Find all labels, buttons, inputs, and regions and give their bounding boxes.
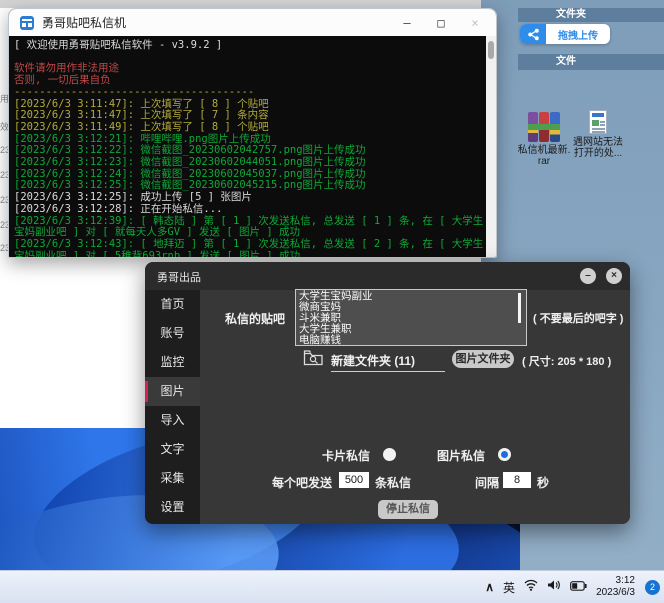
textarea-scrollbar[interactable]: [518, 293, 521, 323]
sidebar-item[interactable]: 导入: [145, 406, 200, 435]
dialog-titlebar[interactable]: [145, 262, 630, 290]
send-count-input[interactable]: 500: [339, 472, 369, 488]
folder-name-underline: [331, 371, 445, 372]
document-icon: [589, 110, 607, 134]
taskbar: ∧ 英 3:: [0, 570, 664, 603]
drag-upload-button[interactable]: 拖拽上传: [520, 24, 610, 44]
taskbar-clock[interactable]: 3:12 2023/6/3: [596, 575, 635, 599]
dialog-window: 勇哥出品 – × 首页账号监控图片导入文字采集设置 私信的贴吧 大学生宝妈副业微…: [145, 262, 630, 524]
drag-upload-label: 拖拽上传: [546, 27, 610, 42]
dialog-minimize-button[interactable]: –: [580, 268, 596, 284]
sidebar-item[interactable]: 采集: [145, 464, 200, 493]
tieba-lines: 大学生宝妈副业微商宝妈斗米兼职大学生兼职电脑赚钱: [299, 291, 516, 346]
sidebar-item[interactable]: 设置: [145, 493, 200, 522]
maximize-button[interactable]: □: [424, 16, 458, 30]
console-scrollbar[interactable]: [486, 36, 496, 257]
sidebar-item[interactable]: 监控: [145, 348, 200, 377]
tray-expand-icon[interactable]: ∧: [485, 580, 494, 594]
system-tray: ∧ 英 3:: [485, 571, 660, 603]
sidebar-item[interactable]: 首页: [145, 290, 200, 319]
console-output: [ 欢迎使用勇哥贴吧私信软件 - v3.9.2 ] 软件请勿用作非法用途否则, …: [9, 36, 486, 257]
tieba-note: ( 不要最后的吧字 ): [533, 310, 623, 326]
winrar-icon: [528, 112, 560, 142]
send-unit-label: 条私信: [375, 474, 411, 491]
image-dm-radio[interactable]: [498, 448, 511, 461]
sidebar-item[interactable]: 图片: [145, 377, 200, 406]
interval-label: 间隔: [475, 474, 499, 491]
interval-unit-label: 秒: [537, 474, 549, 491]
close-button[interactable]: ×: [458, 16, 492, 30]
dialog-title: 勇哥出品: [157, 269, 201, 285]
upload-file-bar: 文件: [518, 54, 664, 70]
desktop-icon-rar[interactable]: 私信机最新.rar: [516, 112, 572, 167]
stop-dm-button[interactable]: 停止私信: [378, 500, 438, 519]
share-nodes-icon: [520, 24, 546, 44]
desktop-icon-label: 私信机最新.rar: [516, 145, 572, 167]
tieba-label: 私信的贴吧: [225, 310, 285, 327]
send-per-bar-label: 每个吧发送: [272, 474, 332, 491]
background-window-titlebar: [0, 0, 481, 8]
sidebar-item[interactable]: 账号: [145, 319, 200, 348]
notification-badge[interactable]: 2: [645, 580, 660, 595]
desktop-icon-label: 遇网站无法打开的处...: [570, 137, 626, 159]
upload-folder-bar: 文件夹: [518, 8, 664, 22]
image-folder-button[interactable]: 图片文件夹: [452, 350, 514, 368]
tieba-textarea[interactable]: 大学生宝妈副业微商宝妈斗米兼职大学生兼职电脑赚钱: [295, 289, 527, 346]
clock-time: 3:12: [616, 575, 635, 586]
console-app-icon: [20, 16, 34, 30]
minimize-button[interactable]: –: [390, 16, 424, 30]
console-titlebar[interactable]: 勇哥贴吧私信机 – □ ×: [9, 9, 496, 36]
scrollbar-thumb[interactable]: [488, 41, 494, 59]
image-dm-label: 图片私信: [437, 447, 485, 464]
console-window: 勇哥贴吧私信机 – □ × [ 欢迎使用勇哥贴吧私信软件 - v3.9.2 ] …: [8, 8, 497, 258]
image-folder-name[interactable]: 新建文件夹 (11): [331, 352, 415, 369]
sidebar-item[interactable]: 文字: [145, 435, 200, 464]
battery-icon[interactable]: [570, 578, 587, 596]
interval-input[interactable]: 8: [503, 472, 531, 488]
ime-indicator[interactable]: 英: [503, 579, 515, 596]
clock-date: 2023/6/3: [596, 587, 635, 598]
dialog-sidebar: 首页账号监控图片导入文字采集设置: [145, 290, 200, 524]
dialog-close-button[interactable]: ×: [606, 268, 622, 284]
volume-icon[interactable]: [547, 578, 561, 596]
wifi-icon[interactable]: [524, 578, 538, 596]
card-dm-label: 卡片私信: [322, 447, 370, 464]
console-title: 勇哥贴吧私信机: [42, 14, 126, 31]
folder-search-icon: [303, 349, 324, 371]
desktop: 用数效日23/23/23/23/23/ 文件夹 拖拽上传 文件 私信机最新.ra…: [0, 0, 664, 603]
card-dm-radio[interactable]: [383, 448, 396, 461]
size-note: ( 尺寸: 205 * 180 ): [522, 353, 611, 369]
desktop-icon-doc[interactable]: 遇网站无法打开的处...: [570, 110, 626, 159]
